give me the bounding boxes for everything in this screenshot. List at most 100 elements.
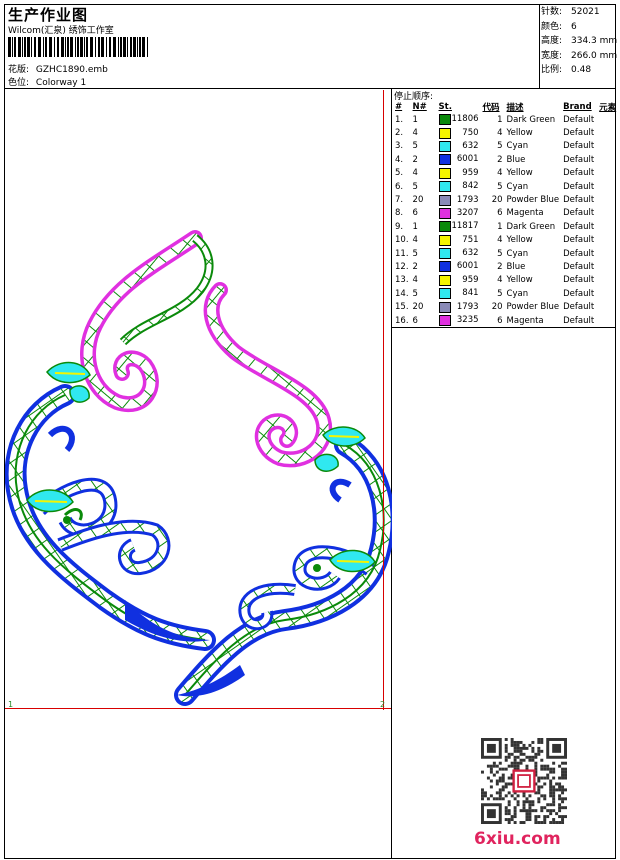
cell-stitches: 750 — [437, 126, 481, 139]
qr-cell — [489, 767, 493, 771]
qr-cell — [552, 800, 556, 804]
barcode-bar — [8, 37, 11, 57]
table-row: 5. 4 959 4 Yellow Default — [393, 167, 618, 180]
barcode-bar — [31, 37, 32, 57]
qr-cell — [534, 815, 538, 819]
cell-brand: Default — [563, 275, 595, 286]
cell-index: 13. — [395, 275, 409, 286]
cell-needle: 5 — [412, 288, 418, 299]
qr-cell — [498, 761, 502, 765]
cell-code: 5 — [497, 141, 503, 152]
qr-cell — [561, 821, 565, 824]
table-row: 16. 6 3235 6 Magenta Default — [393, 314, 618, 327]
qr-cell — [507, 800, 511, 804]
cell-brand: Default — [563, 235, 595, 246]
design-file-row: 花版: GZHC1890.emb — [8, 62, 108, 75]
qr-cell — [489, 779, 493, 783]
qr-cell — [558, 797, 562, 801]
qr-cell — [489, 770, 493, 774]
qr-cell — [481, 794, 484, 798]
qr-cell — [546, 803, 550, 807]
cell-index: 8. — [395, 208, 404, 219]
qr-cell — [507, 752, 511, 756]
qr-cell — [540, 785, 544, 789]
table-row: 15. 20 1793 20 Powder Blue Default — [393, 300, 618, 313]
qr-cell — [504, 743, 508, 747]
qr-cell — [519, 761, 523, 765]
qr-cell — [537, 776, 541, 780]
qr-cell — [558, 764, 562, 768]
qr-cell — [546, 809, 550, 813]
qr-cell — [525, 755, 529, 759]
cell-brand: Default — [563, 168, 595, 179]
qr-cell — [564, 788, 567, 792]
qr-cell — [516, 794, 520, 798]
cell-description: Yellow — [506, 128, 533, 139]
cell-description: Magenta — [506, 208, 544, 219]
cell-brand: Default — [563, 208, 595, 219]
qr-cell — [540, 758, 544, 762]
barcode-bar — [43, 37, 44, 57]
qr-cell — [537, 800, 541, 804]
qr-cell — [495, 797, 499, 801]
marker-right: 2 — [380, 700, 386, 709]
cell-stitches: 632 — [437, 247, 481, 260]
qr-cell — [492, 764, 496, 768]
qr-cell — [558, 776, 562, 780]
cell-needle: 5 — [412, 181, 418, 192]
qr-cell — [561, 800, 565, 804]
cell-needle: 4 — [412, 128, 418, 139]
qr-seal — [512, 769, 536, 793]
qr-cell — [516, 755, 520, 759]
qr-cell — [504, 794, 508, 798]
cell-code: 4 — [497, 275, 503, 286]
qr-cell — [510, 743, 514, 747]
qr-cell — [486, 764, 490, 768]
qr-cell — [552, 794, 556, 798]
cell-stitches: 11817 — [437, 220, 481, 233]
cell-description: Yellow — [506, 168, 533, 179]
cell-stitches: 842 — [437, 180, 481, 193]
qr-cell — [561, 818, 565, 822]
qr-cell — [564, 770, 567, 774]
qr-cell — [537, 752, 541, 756]
cell-brand: Default — [563, 221, 595, 232]
cell-index: 4. — [395, 154, 404, 165]
qr-cell — [528, 818, 532, 822]
cell-code: 1 — [497, 221, 503, 232]
barcode-bar — [137, 37, 138, 57]
cell-stitches: 6001 — [437, 260, 481, 273]
cell-element — [597, 274, 618, 287]
cell-index: 1. — [395, 114, 404, 125]
qr-cell — [564, 806, 567, 810]
qr-cell — [543, 767, 547, 771]
stats-panel: 针数: 52021 颜色: 6 高度: 334.3 mm 宽度: 266.0 mm 比例… — [541, 5, 617, 78]
qr-cell — [531, 758, 535, 762]
color-swatch — [438, 167, 451, 179]
cell-stitches: 3235 — [437, 314, 481, 327]
qr-cell — [481, 791, 484, 795]
cell-element — [597, 193, 618, 206]
qr-cell — [543, 782, 547, 786]
hoop-right-line — [383, 90, 384, 710]
qr-cell — [501, 785, 505, 789]
qr-cell — [513, 755, 517, 759]
qr-cell — [507, 821, 511, 824]
qr-cell — [486, 797, 490, 801]
qr-cell — [537, 815, 541, 819]
qr-cell — [516, 761, 520, 765]
qr-cell — [513, 746, 517, 750]
cell-stitches: 841 — [437, 287, 481, 300]
qr-cell — [522, 743, 526, 747]
color-swatch — [438, 140, 451, 152]
qr-cell — [525, 815, 529, 819]
barcode-bar — [14, 37, 16, 57]
qr-cell — [507, 755, 511, 759]
barcode-bar — [57, 37, 59, 57]
qr-cell — [540, 767, 544, 771]
qr-cell — [516, 740, 520, 744]
cell-element — [597, 234, 618, 247]
qr-cell — [510, 752, 514, 756]
qr-cell — [498, 797, 502, 801]
qr-cell — [507, 809, 511, 813]
